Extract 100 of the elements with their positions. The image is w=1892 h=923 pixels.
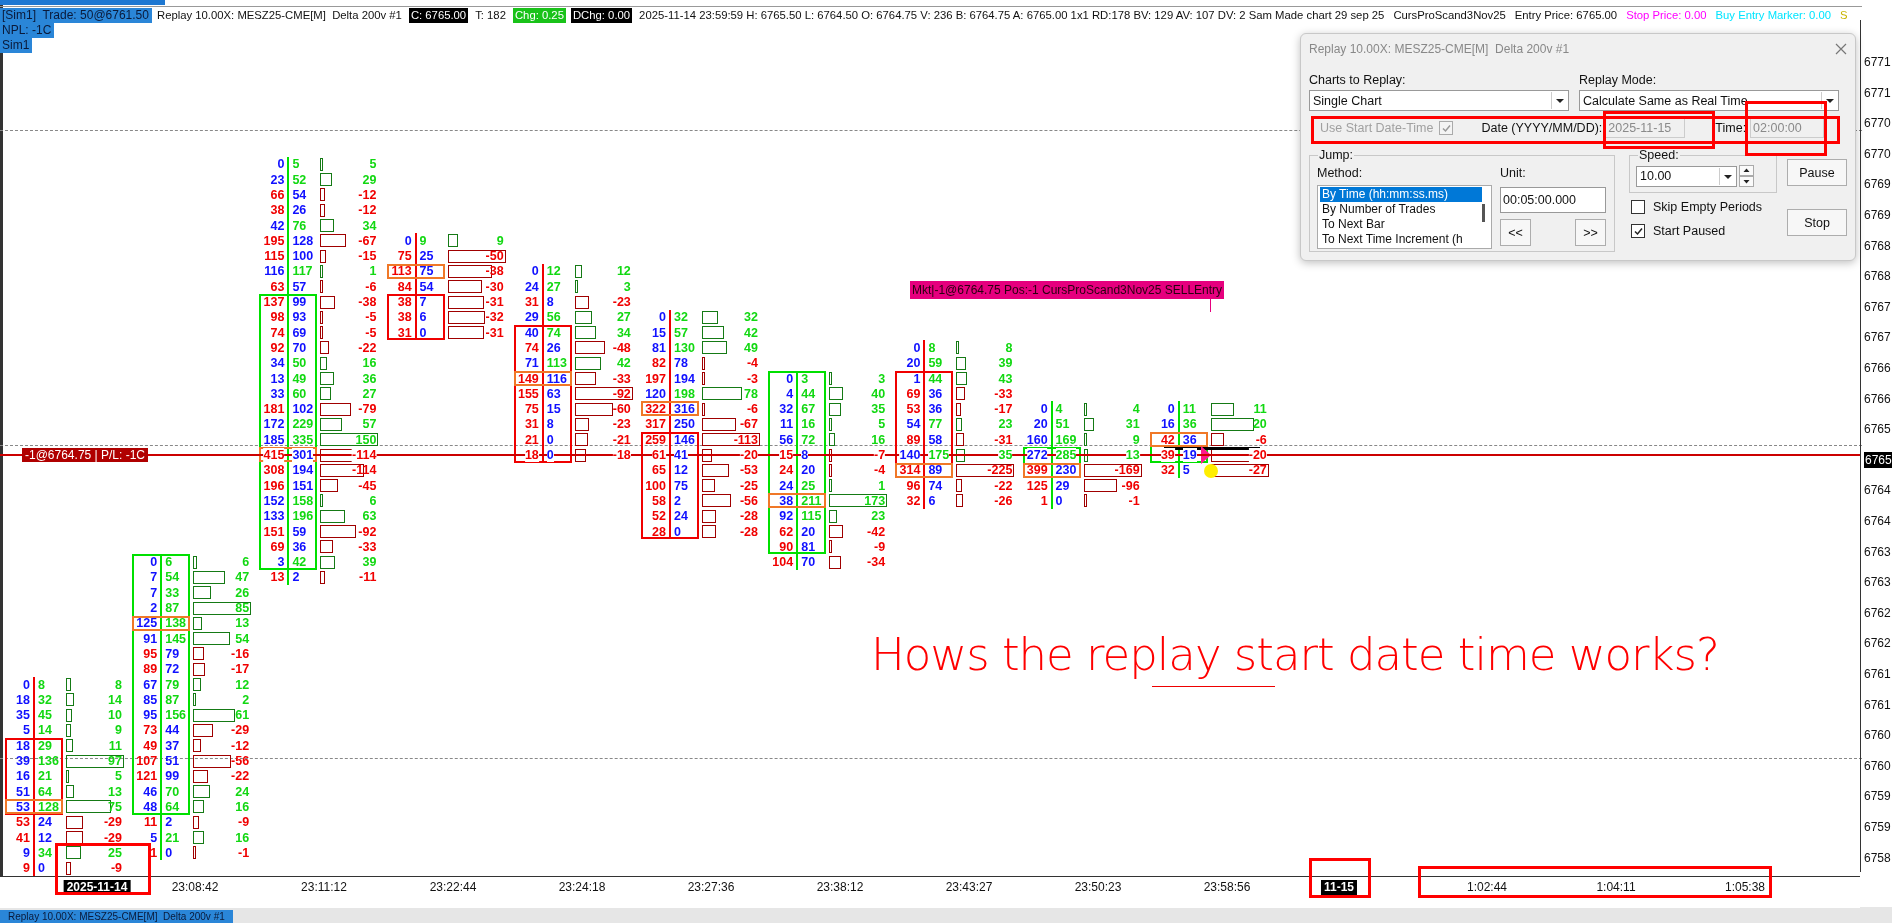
ask-volume: 21 — [38, 769, 52, 784]
ask-volume: 6 — [165, 555, 173, 570]
delta-value: 54 — [235, 631, 250, 646]
ask-volume: 20 — [801, 463, 816, 478]
bid-volume: 16 — [16, 769, 30, 784]
bid-volume: 24 — [524, 279, 539, 294]
delta-value: -28 — [739, 524, 758, 539]
list-item[interactable]: By Number of Trades — [1320, 202, 1482, 217]
ask-volume: 59 — [292, 524, 307, 539]
time-label: 23:43:27 — [945, 880, 993, 895]
bid-volume: 67 — [143, 677, 158, 692]
ask-volume: 0 — [419, 325, 427, 340]
bid-volume: 5 — [23, 723, 30, 738]
delta-value: -22 — [994, 478, 1013, 493]
taskbar-tab[interactable]: Replay 10.00X: MESZ25-CME[M] Delta 200v #1 — [0, 910, 233, 923]
ask-volume: 316 — [674, 402, 695, 417]
bid-volume: 116 — [264, 264, 285, 279]
delta-value: 61 — [235, 708, 250, 723]
back-button[interactable]: << — [1500, 219, 1531, 246]
chart-info-text: Replay 10.00X: MESZ25-CME[M] Delta 200v #1 — [156, 8, 403, 23]
list-item[interactable]: By Time (hh:mm:ss.ms) — [1320, 187, 1482, 202]
bid-volume: 54 — [906, 417, 921, 432]
ask-volume: 115 — [801, 509, 822, 524]
order-label: Mkt|-1@6764.75 Pos:-1 CursProScand3Nov25 SELLEntry — [910, 281, 1225, 299]
bid-volume: 53 — [16, 815, 30, 830]
delta-value: 47 — [235, 570, 250, 585]
price-label: 6760 — [1864, 757, 1891, 774]
ask-volume: 44 — [801, 386, 816, 401]
bid-volume: 95 — [143, 646, 158, 661]
mode-dropdown[interactable]: Calculate Same as Real Time — [1579, 90, 1839, 111]
delta-bar — [193, 846, 197, 860]
bid-volume: 89 — [906, 432, 921, 447]
delta-value: -9 — [238, 815, 250, 830]
bid-volume: 28 — [652, 524, 666, 539]
checkbox[interactable] — [1631, 224, 1645, 238]
ask-volume: 77 — [928, 417, 943, 432]
delta-bar — [320, 417, 343, 431]
ask-volume: 51 — [1055, 417, 1070, 432]
scrollbar-thumb[interactable] — [1482, 204, 1485, 222]
forward-button[interactable]: >> — [1575, 219, 1606, 246]
price-label: 6769 — [1864, 176, 1891, 193]
chart-info-text: C: 6765.00 — [408, 8, 469, 23]
time-label: 23:50:23 — [1074, 880, 1122, 895]
ask-volume: 36 — [1182, 417, 1197, 432]
delta-value: -12 — [231, 738, 250, 753]
charts-dropdown[interactable]: Single Chart — [1309, 90, 1569, 111]
delta-value: 8 — [1005, 340, 1013, 355]
delta-value: -3 — [746, 371, 758, 386]
delta-value: -29 — [231, 723, 250, 738]
group-label: Jump: — [1318, 148, 1355, 162]
bid-volume: 172 — [263, 417, 285, 432]
bid-volume: 38 — [397, 295, 412, 309]
bid-volume: 92 — [779, 509, 794, 524]
checkbox[interactable] — [1631, 200, 1645, 214]
list-item[interactable]: To Next Time Increment (h — [1320, 232, 1482, 247]
ask-volume: 54 — [292, 187, 307, 202]
time-label: 1:05:38 — [1725, 880, 1765, 895]
ask-volume: 60 — [292, 386, 307, 401]
ask-volume: 4 — [1055, 402, 1063, 417]
price-label: 6760 — [1864, 727, 1891, 744]
delta-value: -225 — [987, 463, 1013, 478]
delta-value: 10 — [108, 708, 122, 723]
delta-value: 35 — [998, 448, 1013, 462]
list-item[interactable]: To Next Bar — [1320, 217, 1482, 232]
speed-dropdown[interactable]: 10.00 — [1636, 165, 1737, 187]
bid-volume: 160 — [1026, 432, 1048, 447]
delta-value: -1 — [1128, 493, 1140, 508]
delta-bar — [702, 310, 719, 324]
ask-volume: 20 — [801, 524, 816, 539]
delta-value: -31 — [485, 295, 504, 309]
bid-volume: 121 — [136, 769, 158, 784]
bid-volume: 23 — [270, 172, 285, 187]
unit-field[interactable]: 00:05:00.000 — [1500, 187, 1606, 213]
delta-value: -17 — [994, 402, 1013, 417]
bid-volume: 53 — [16, 799, 30, 814]
price-label: 6769 — [1864, 206, 1891, 223]
ask-volume: 285 — [1055, 448, 1077, 462]
bid-volume: 71 — [524, 356, 539, 371]
ask-volume: 211 — [801, 493, 822, 508]
bid-volume: 48 — [143, 799, 158, 814]
annotation-text: Hows the replay start date time works? — [871, 628, 1719, 681]
delta-bar — [193, 662, 205, 676]
bid-volume: 1 — [913, 371, 921, 386]
spin-buttons[interactable] — [1739, 165, 1754, 187]
price-label: 6770 — [1864, 145, 1891, 162]
delta-value: -60 — [612, 402, 631, 417]
field-label: Replay Mode: — [1579, 72, 1658, 88]
stop-button[interactable]: Stop — [1787, 209, 1847, 236]
delta-value: -23 — [612, 417, 631, 432]
delta-value: -6 — [746, 402, 758, 417]
pause-button[interactable]: Pause — [1787, 159, 1847, 186]
chart-info-text: T: 182 — [474, 8, 507, 23]
ask-volume: 78 — [674, 356, 688, 371]
delta-value: 173 — [864, 493, 886, 508]
delta-value: 1 — [369, 264, 377, 279]
price-label: 6766 — [1864, 359, 1891, 376]
close-icon[interactable] — [1835, 43, 1847, 55]
delta-bar — [66, 678, 71, 691]
checkbox-label: Start Paused — [1653, 223, 1726, 239]
field-label: Charts to Replay: — [1309, 72, 1407, 88]
